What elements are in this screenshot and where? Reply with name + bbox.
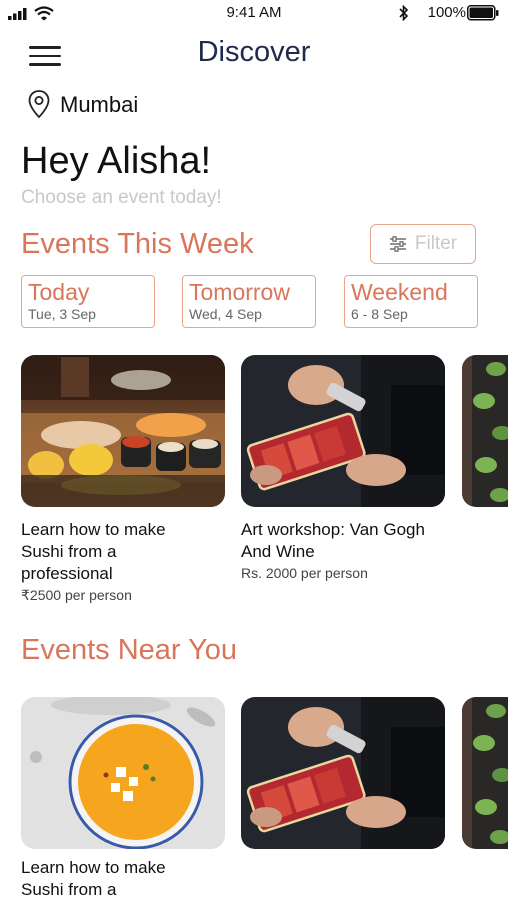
event-card-near-sushi[interactable]: Learn how to make Sushi from a: [21, 857, 226, 901]
event-title-line: professional: [21, 564, 113, 583]
greeting-title: Hey Alisha!: [21, 140, 212, 182]
plant-photo: [462, 355, 508, 507]
event-card-image-art-2[interactable]: [241, 697, 445, 849]
bluetooth-icon: [399, 5, 409, 21]
day-filter-tomorrow[interactable]: Tomorrow Wed, 4 Sep: [182, 275, 316, 328]
event-title-line: Learn how to make: [21, 858, 166, 877]
day-date: Tue, 3 Sep: [28, 306, 96, 322]
day-date: 6 - 8 Sep: [351, 306, 408, 322]
event-title-line: Sushi from a: [21, 542, 117, 561]
event-card-image-art[interactable]: [241, 355, 445, 507]
plant-photo: [462, 697, 508, 849]
sushi-photo: [21, 355, 225, 507]
event-card-image-partial-2[interactable]: [462, 697, 508, 849]
day-filter-today[interactable]: Today Tue, 3 Sep: [21, 275, 155, 328]
event-card-image-sushi[interactable]: [21, 355, 225, 507]
event-card-image-partial[interactable]: [462, 355, 508, 507]
day-date: Wed, 4 Sep: [189, 306, 262, 322]
day-filter-weekend[interactable]: Weekend 6 - 8 Sep: [344, 275, 478, 328]
soup-photo: [21, 697, 225, 849]
event-card-sushi[interactable]: Learn how to make Sushi from a professio…: [21, 519, 226, 604]
greeting-subtitle: Choose an event today!: [21, 187, 222, 208]
event-title-line: And Wine: [241, 542, 315, 561]
events-this-week-heading: Events This Week: [21, 228, 254, 260]
filter-label: Filter: [414, 233, 458, 254]
day-label: Today: [28, 279, 90, 305]
event-title-line: Sushi from a: [21, 880, 117, 899]
battery-percent: 100%: [427, 4, 466, 21]
event-price: Rs. 2000 per person: [241, 565, 368, 581]
event-card-art[interactable]: Art workshop: Van Gogh And Wine Rs. 2000…: [241, 519, 456, 581]
day-label: Tomorrow: [189, 279, 290, 305]
events-near-you-heading: Events Near You: [21, 634, 238, 666]
event-card-image-soup[interactable]: [21, 697, 225, 849]
battery-icon: [467, 5, 499, 21]
location-pin-icon[interactable]: [27, 89, 51, 119]
status-bar: 9:41 AM 100%: [0, 0, 508, 28]
event-title-line: Learn how to make: [21, 520, 166, 539]
event-title-line: Art workshop: Van Gogh: [241, 520, 425, 539]
art-workshop-photo: [241, 697, 445, 849]
page-title: Discover: [197, 36, 311, 68]
day-label: Weekend: [351, 279, 448, 305]
sliders-icon: [389, 236, 406, 252]
location-city[interactable]: Mumbai: [60, 92, 138, 118]
art-workshop-photo: [241, 355, 445, 507]
filter-button[interactable]: Filter: [370, 224, 476, 264]
event-price: ₹2500 per person: [21, 587, 132, 603]
